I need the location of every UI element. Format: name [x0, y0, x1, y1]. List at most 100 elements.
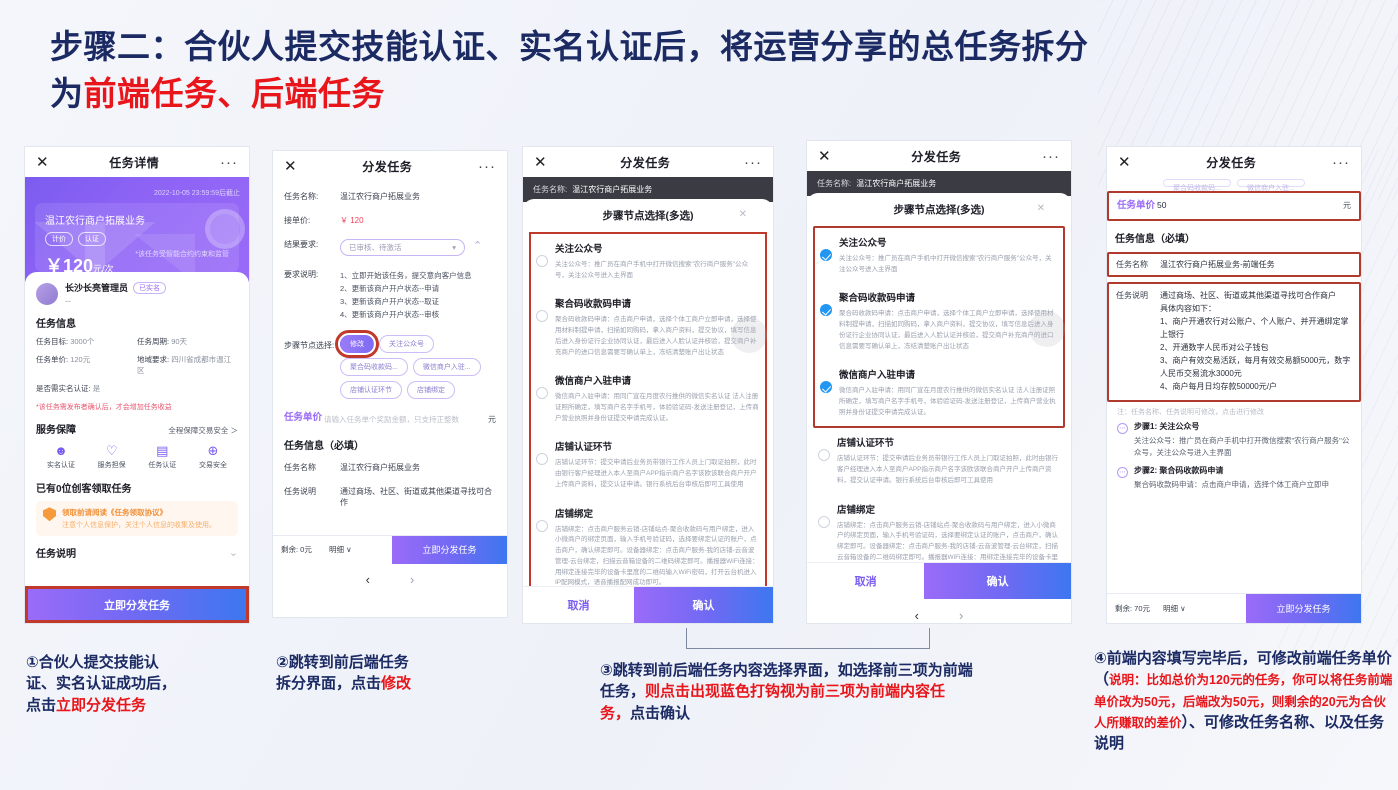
unit-price-input[interactable]: 50 — [1157, 200, 1343, 210]
chip-wechat-merchant[interactable]: 微信商户入驻... — [1237, 179, 1305, 191]
radio-unchecked-icon[interactable] — [536, 453, 548, 466]
step-list: ⋯ 步骤1: 关注公众号 关注公众号：推广员在商户手机中打开微信搜索"农行商户服… — [1107, 419, 1361, 504]
service-more-link[interactable]: 全程保障交易安全 ＞ — [168, 425, 238, 436]
option-row[interactable]: 店铺认证环节 店铺认证环节：提交申请后业务员带银行工作人员上门取证拍照，此时由银… — [813, 428, 1065, 494]
desc-line: 具体内容如下： — [1160, 303, 1216, 313]
task-unit-price-label: 任务单价 — [284, 411, 323, 423]
task-info-name-value[interactable]: 温江农行商户拓展业务 — [340, 462, 420, 473]
shield-icon: ⊕ — [207, 443, 219, 458]
close-icon[interactable]: ✕ — [36, 155, 49, 170]
radio-unchecked-icon[interactable] — [536, 387, 548, 400]
more-icon[interactable]: ··· — [220, 155, 238, 170]
confirm-button[interactable]: 确认 — [634, 587, 773, 623]
phone4-bottom: 取消 确认 ‹ › — [807, 562, 1071, 623]
agreement-sub: 注意个人信息保护，关注个人信息的收集及使用。 — [62, 522, 216, 530]
checkbox-checked-icon[interactable] — [820, 249, 832, 261]
next-page-button[interactable]: › — [959, 608, 963, 623]
service-label: 实名认证 — [47, 462, 75, 470]
remaining-amount: 剩余: 70元 — [1115, 604, 1151, 613]
option-desc: 关注公众号：推广员在商户手机中打开微信搜索"农行商户服务"公众号，关注公众号进入… — [839, 255, 1052, 273]
requirements-label: 要求说明: — [284, 270, 319, 279]
phone2-footer-wrap: 剩余: 0元 明细 ∨ 立即分发任务 ‹ › — [273, 535, 507, 587]
service-label: 服务担保 — [97, 462, 126, 470]
detail-toggle[interactable]: 明细 ∨ — [1163, 603, 1246, 614]
distribute-form: 任务名称: 温江农行商户拓展业务 接单价: ￥ 120 结果要求: 已审核、待激… — [273, 181, 507, 508]
confirm-button[interactable]: 确认 — [924, 563, 1071, 599]
radio-unchecked-icon[interactable] — [818, 515, 830, 528]
more-icon[interactable]: ··· — [744, 155, 762, 170]
task-unit-price-input[interactable]: 请输入任务单个奖励金额，只支持正整数 — [324, 412, 488, 425]
option-desc: 微信商户入驻申请：用同广宣在月度农行推供的微信实名认证 法人注册证照所确定，填写… — [839, 387, 1056, 416]
collapse-icon[interactable]: ⌃ — [473, 239, 482, 256]
close-icon[interactable]: ✕ — [534, 155, 547, 170]
task-hero-banner: 2022-10-05 23:59:59后截止 温江农行商户拓展业务 计价 认证 … — [25, 177, 249, 282]
option-row[interactable]: 店铺认证环节 店铺认证环节：提交申请后业务员带银行工作人员上门取证拍照，此时由银… — [531, 432, 765, 498]
task-desc-highlight-box: 任务说明 通过商场、社区、街道或其他渠道寻找可合作商户 具体内容如下： 1、商户… — [1107, 281, 1361, 402]
checkbox-checked-icon[interactable] — [820, 381, 832, 394]
info-row: 任务周期: 90天 — [137, 336, 238, 347]
option-row[interactable]: 店铺绑定 店铺绑定：点击商户服务云销-店铺站点-聚合收款码与用户绑定，进入小微商… — [531, 499, 765, 597]
task-info-section-heading: 任务信息（必填） — [284, 440, 364, 452]
step-node-chips: 修改 关注公众号 聚合码收款码... 微信商户入驻... 店铺认证环节 店铺绑定 — [335, 329, 496, 399]
option-row[interactable]: 聚合码收款码申请 聚合码收款码申请：点击商户申请，选择个体工商户立即申请，选择使… — [815, 283, 1063, 360]
distribute-task-button[interactable]: 立即分发任务 — [1246, 593, 1361, 623]
caption1-line2: 证、实名认证成功后， — [26, 675, 177, 693]
task-info-desc-value[interactable]: 通过商场、社区、街道或其他渠道寻找可合作 — [340, 486, 496, 508]
task-name-input[interactable]: 温江农行商户拓展业务-前端任务 — [1160, 259, 1275, 270]
option-row[interactable]: 聚合码收款码申请 聚合码收款码申请：点击商户申请，选择个体工商户立即申请，选择使… — [531, 289, 765, 366]
chevron-down-icon[interactable]: ⌄ — [229, 546, 238, 559]
requirements-row: 要求说明: 1、立即开始该任务，提交意向客户信息 2、更新该商户开户状态--申请… — [284, 269, 496, 322]
option-row[interactable]: 关注公众号 关注公众号：推广员在商户手机中打开微信搜索"农行商户服务"公众号，关… — [815, 228, 1063, 283]
radio-unchecked-icon[interactable] — [536, 519, 548, 532]
chip-wechat-merchant[interactable]: 微信商户入驻... — [412, 357, 481, 376]
radio-unchecked-icon[interactable] — [818, 449, 830, 462]
yuan-suffix: 元 — [488, 414, 496, 424]
option-row[interactable]: 关注公众号 关注公众号：推广员在商户手机中打开微信搜索"农行商户服务"公众号，关… — [531, 234, 765, 289]
chip-aggregate-qr[interactable]: 聚合码收款码... — [340, 357, 408, 376]
task-info-desc-label: 任务说明 — [284, 486, 316, 496]
task-name-label: 任务名称 — [1116, 259, 1148, 269]
radio-unchecked-icon[interactable] — [536, 255, 548, 267]
chip-modify[interactable]: 修改 — [335, 329, 379, 358]
option-desc: 店铺绑定：点击商户服务云销-店铺站点-聚合收款码与用户绑定，进入小微商户的绑定页… — [555, 525, 759, 587]
dim-label: 任务名称: — [817, 179, 852, 188]
chip-follow-official-account[interactable]: 关注公众号 — [379, 334, 434, 353]
agreement-title[interactable]: 领取前请阅读《任务领取协议》 — [62, 507, 216, 518]
page-title: 步骤二：合伙人提交技能认证、实名认证后，将运营分享的总任务拆分 为前端任务、后端… — [50, 24, 1370, 118]
radio-unchecked-icon[interactable] — [536, 310, 548, 323]
option-row[interactable]: 微信商户入驻申请 微信商户入驻申请：用同广宣在月度农行推供的微信实名认证 法人注… — [815, 360, 1063, 426]
task-warning: *该任务需发布者确认后，才会增加任务收益 — [36, 404, 172, 411]
close-icon[interactable]: ✕ — [739, 209, 747, 220]
close-icon[interactable]: ✕ — [284, 159, 297, 174]
hero-note: *该任务受智能合约约束和监管 — [135, 251, 229, 258]
result-req-select[interactable]: 已审核、待激活 ▾ — [340, 239, 465, 256]
desc-line: 2、开通数字人民币对公子钱包 — [1160, 342, 1269, 352]
prev-page-button[interactable]: ‹ — [366, 572, 370, 587]
chip-store-verify[interactable]: 店铺认证环节 — [340, 380, 402, 399]
chip-aggregate-qr[interactable]: 聚合码收款码... — [1163, 179, 1231, 191]
info-key: 地域要求: — [137, 355, 170, 364]
phone4-topbar: ✕ 分发任务 ··· — [807, 141, 1071, 171]
close-icon[interactable]: ✕ — [818, 149, 831, 164]
distribute-task-button[interactable]: 立即分发任务 — [392, 535, 507, 564]
more-icon[interactable]: ··· — [478, 159, 496, 174]
close-icon[interactable]: ✕ — [1037, 203, 1045, 214]
cancel-button[interactable]: 取消 — [523, 587, 635, 623]
task-desc-input[interactable]: 通过商场、社区、街道或其他渠道寻找可合作商户 具体内容如下： 1、商户开通农行对… — [1160, 290, 1352, 394]
detail-toggle[interactable]: 明细 ∨ — [329, 544, 392, 555]
close-icon[interactable]: ✕ — [1118, 155, 1131, 170]
caption2-line2-prefix: 拆分界面，点击 — [276, 675, 382, 693]
more-icon[interactable]: ··· — [1042, 149, 1060, 164]
phone1-topbar: ✕ 任务详情 ··· — [25, 147, 249, 177]
more-icon[interactable]: ··· — [1332, 155, 1350, 170]
prev-page-button[interactable]: ‹ — [915, 608, 919, 623]
step-title: 步骤1: 关注公众号 — [1134, 421, 1200, 431]
person-icon: ☻ — [54, 443, 68, 458]
option-row[interactable]: 微信商户入驻申请 微信商户入驻申请：用同广宣在月度农行推供的微信实名认证 法人注… — [531, 366, 765, 432]
checkbox-checked-icon[interactable] — [820, 304, 832, 317]
option-title: 店铺绑定 — [837, 504, 876, 516]
chip-store-bind[interactable]: 店铺绑定 — [407, 380, 455, 399]
distribute-task-button[interactable]: 立即分发任务 — [28, 589, 246, 620]
cancel-button[interactable]: 取消 — [807, 563, 925, 599]
next-page-button[interactable]: › — [410, 572, 414, 587]
